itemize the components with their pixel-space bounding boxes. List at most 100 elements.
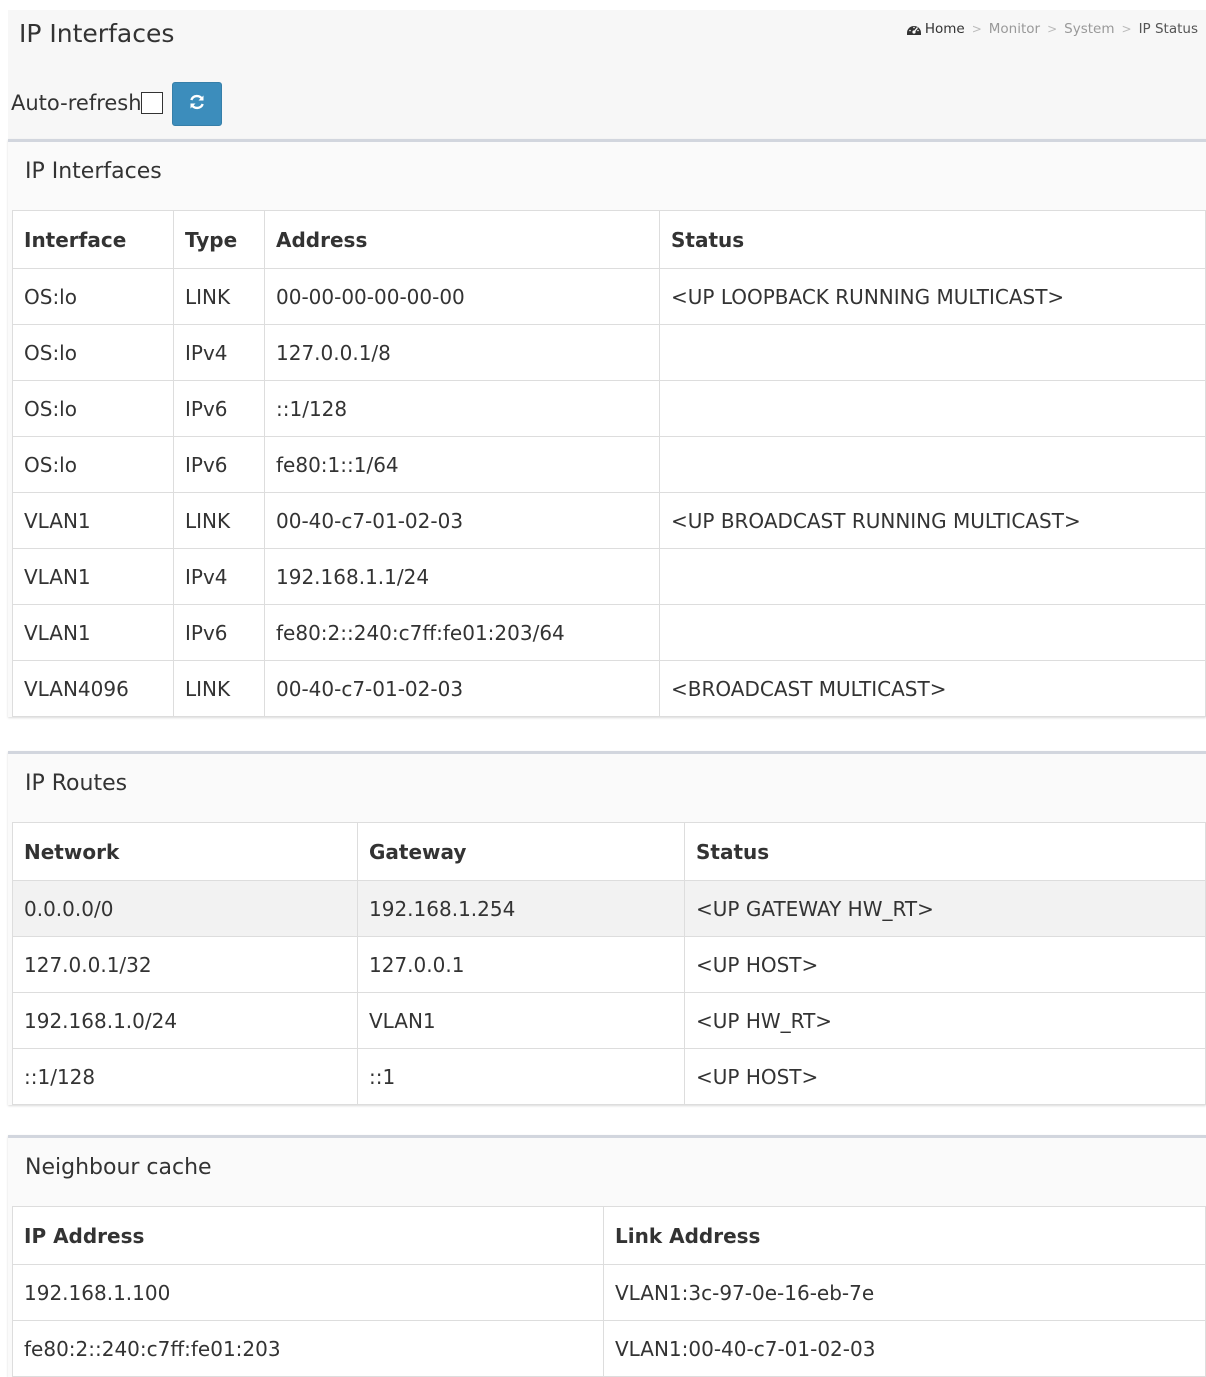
ip-interfaces-panel: IP Interfaces Interface Type Address Sta…	[8, 139, 1206, 717]
dashboard-icon	[906, 22, 922, 36]
table-cell: <UP LOOPBACK RUNNING MULTICAST>	[659, 268, 1206, 325]
table-row: ::1/128::1 <UP HOST>	[12, 1048, 1206, 1105]
column-header: Link Address	[603, 1206, 1206, 1265]
table-row: VLAN1 IPv6 fe80:2::240:c7ff:fe01:203/64	[12, 604, 1206, 661]
auto-refresh-checkbox[interactable]	[141, 92, 163, 114]
table-cell: LINK	[173, 268, 265, 325]
neighbour-cache-table: IP Address Link Address 192.168.1.100 VLA…	[12, 1206, 1206, 1377]
column-header: Gateway	[357, 822, 685, 881]
table-cell: 192.168.1.0/24	[12, 992, 358, 1049]
table-cell: ::1/128	[264, 380, 660, 437]
table-cell	[659, 436, 1206, 493]
column-header: Status	[659, 210, 1206, 269]
table-cell: <UP HOST>	[684, 1048, 1206, 1105]
table-cell: 00-40-c7-01-02-03	[264, 660, 660, 717]
table-cell	[659, 324, 1206, 381]
table-cell: 00-40-c7-01-02-03	[264, 492, 660, 549]
table-cell: fe80:2::240:c7ff:fe01:203	[12, 1320, 604, 1377]
table-header-row: Interface Type Address Status	[12, 210, 1206, 269]
table-row: fe80:2::240:c7ff:fe01:203 VLAN1:00-40-c7-…	[12, 1320, 1206, 1377]
page-header: IP Interfaces Home > Monitor > System > …	[8, 10, 1206, 57]
column-header: Network	[12, 822, 358, 881]
breadcrumb-ip-status: IP Status	[1138, 21, 1198, 37]
table-cell: 127.0.0.1	[357, 936, 685, 993]
breadcrumb-home[interactable]: Home	[925, 21, 965, 37]
refresh-icon	[188, 93, 206, 115]
table-cell: IPv4	[173, 324, 265, 381]
table-cell: <BROADCAST MULTICAST>	[659, 660, 1206, 717]
table-cell: VLAN1	[357, 992, 685, 1049]
table-cell: ::1	[357, 1048, 685, 1105]
table-row: 127.0.0.1/32 127.0.0.1 <UP HOST>	[12, 936, 1206, 993]
table-row: VLAN4096 LINK 00-40-c7-01-02-03 <BROADCAST …	[12, 660, 1206, 717]
ip-routes-title: IP Routes	[25, 771, 128, 796]
column-header: Type	[173, 210, 265, 269]
ip-interfaces-title: IP Interfaces	[25, 159, 162, 184]
refresh-button[interactable]	[172, 82, 222, 126]
table-cell: OS:lo	[12, 324, 174, 381]
table-cell: VLAN1	[12, 548, 174, 605]
table-cell: LINK	[173, 660, 265, 717]
table-cell: <UP HW_RT>	[684, 992, 1206, 1049]
column-header: IP Address	[12, 1206, 604, 1265]
breadcrumb-separator: >	[971, 22, 982, 36]
neighbour-cache-title: Neighbour cache	[25, 1155, 212, 1180]
table-cell: 127.0.0.1/8	[264, 324, 660, 381]
ip-interfaces-rows: OS:lo LINK 00-00-00-00-00-00 <UP LOOPBACK R…	[12, 268, 1206, 717]
table-cell: <UP BROADCAST RUNNING MULTICAST>	[659, 492, 1206, 549]
table-row: OS:lo IPv6 fe80:1::1/64	[12, 436, 1206, 493]
table-cell: VLAN1:3c-97-0e-16-eb-7e	[603, 1264, 1206, 1321]
table-cell: VLAN1	[12, 492, 174, 549]
ip-interfaces-table: Interface Type Address Status OS:lo LINK 0…	[12, 210, 1206, 717]
ip-routes-table: Network Gateway Status 0.0.0.0/0 192.168.…	[12, 822, 1206, 1105]
table-cell	[659, 548, 1206, 605]
breadcrumb: Home > Monitor > System > IP Status	[906, 21, 1198, 37]
page-title: IP Interfaces	[19, 19, 175, 48]
table-cell: 00-00-00-00-00-00	[264, 268, 660, 325]
table-cell: IPv4	[173, 548, 265, 605]
table-cell: VLAN4096	[12, 660, 174, 717]
table-cell: <UP HOST>	[684, 936, 1206, 993]
ip-routes-panel: IP Routes Network Gateway Status 0.0.0.0…	[8, 751, 1206, 1105]
table-row: OS:lo LINK 00-00-00-00-00-00 <UP LOOPBACK R…	[12, 268, 1206, 325]
table-cell: OS:lo	[12, 268, 174, 325]
table-cell: 192.168.1.100	[12, 1264, 604, 1321]
breadcrumb-system[interactable]: System	[1064, 21, 1114, 37]
breadcrumb-separator: >	[1047, 22, 1058, 36]
table-row: VLAN1 IPv4 192.168.1.1/24	[12, 548, 1206, 605]
table-cell: IPv6	[173, 604, 265, 661]
ip-routes-rows: 0.0.0.0/0 192.168.1.254 <UP GATEWAY HW_RT>…	[12, 880, 1206, 1105]
table-cell: OS:lo	[12, 380, 174, 437]
table-cell: IPv6	[173, 436, 265, 493]
breadcrumb-monitor[interactable]: Monitor	[989, 21, 1040, 37]
neighbour-cache-panel: Neighbour cache IP Address Link Address …	[8, 1135, 1206, 1377]
table-cell: ::1/128	[12, 1048, 358, 1105]
table-cell: LINK	[173, 492, 265, 549]
breadcrumb-separator: >	[1121, 22, 1132, 36]
table-cell	[659, 380, 1206, 437]
table-row: 0.0.0.0/0 192.168.1.254 <UP GATEWAY HW_RT>	[12, 880, 1206, 937]
column-header: Address	[264, 210, 660, 269]
table-row: VLAN1 LINK 00-40-c7-01-02-03 <UP BROADCAST …	[12, 492, 1206, 549]
table-cell: 192.168.1.1/24	[264, 548, 660, 605]
table-row: 192.168.1.0/24 VLAN1 <UP HW_RT>	[12, 992, 1206, 1049]
table-cell	[659, 604, 1206, 661]
table-cell: VLAN1	[12, 604, 174, 661]
table-cell: VLAN1:00-40-c7-01-02-03	[603, 1320, 1206, 1377]
table-header-row: IP Address Link Address	[12, 1206, 1206, 1265]
table-cell: <UP GATEWAY HW_RT>	[684, 880, 1206, 937]
table-row: 192.168.1.100 VLAN1:3c-97-0e-16-eb-7e	[12, 1264, 1206, 1321]
table-cell: 127.0.0.1/32	[12, 936, 358, 993]
neighbour-cache-rows: 192.168.1.100 VLAN1:3c-97-0e-16-eb-7e fe80…	[12, 1264, 1206, 1377]
column-header: Interface	[12, 210, 174, 269]
table-cell: OS:lo	[12, 436, 174, 493]
auto-refresh-label: Auto-refresh	[11, 91, 142, 115]
table-cell: fe80:2::240:c7ff:fe01:203/64	[264, 604, 660, 661]
table-cell: fe80:1::1/64	[264, 436, 660, 493]
table-header-row: Network Gateway Status	[12, 822, 1206, 881]
table-row: OS:lo IPv6::1/128	[12, 380, 1206, 437]
table-cell: 0.0.0.0/0	[12, 880, 358, 937]
column-header: Status	[684, 822, 1206, 881]
table-cell: IPv6	[173, 380, 265, 437]
toolbar: Auto-refresh	[8, 56, 1206, 140]
